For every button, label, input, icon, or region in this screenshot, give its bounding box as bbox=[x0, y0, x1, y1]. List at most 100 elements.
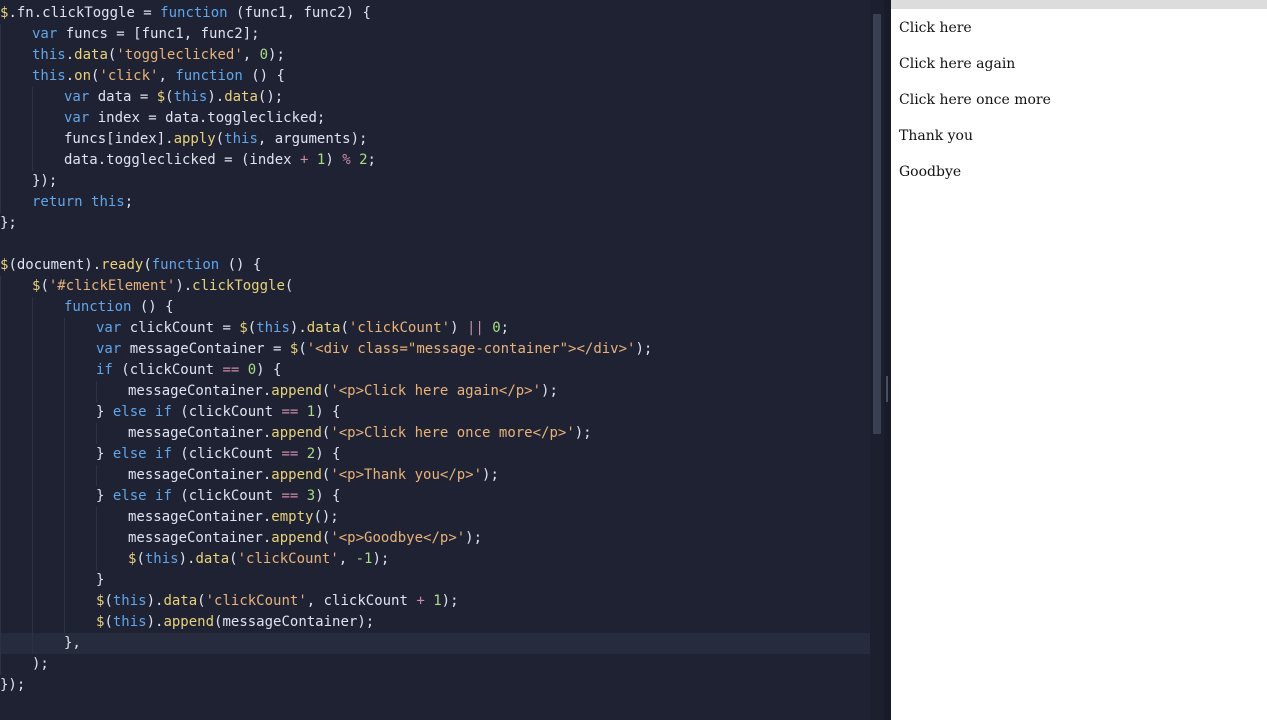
code-token: if bbox=[155, 446, 172, 462]
code-token: var bbox=[96, 341, 122, 357]
code-token: ). bbox=[146, 593, 164, 609]
code-line-text: $(document).ready(function () { bbox=[0, 257, 261, 273]
code-line[interactable]: } else if (clickCount == 3) { bbox=[0, 486, 870, 507]
code-line[interactable]: messageContainer.append('<p>Goodbye</p>'… bbox=[0, 528, 870, 549]
indent-guide bbox=[0, 612, 1, 633]
indent-guide bbox=[96, 507, 97, 528]
indent-guide bbox=[0, 150, 1, 171]
code-line[interactable]: var data = $(this).data(); bbox=[0, 87, 870, 108]
indent-guide bbox=[64, 570, 65, 591]
code-line[interactable]: data.toggleclicked = (index + 1) % 2; bbox=[0, 150, 870, 171]
indent-guide bbox=[0, 507, 1, 528]
code-token: this bbox=[224, 131, 258, 147]
code-token: == bbox=[222, 362, 240, 378]
code-line[interactable]: var clickCount = $(this).data('clickCoun… bbox=[0, 318, 870, 339]
code-line[interactable]: return this; bbox=[0, 192, 870, 213]
code-line[interactable]: $.fn.clickToggle = function (func1, func… bbox=[0, 3, 870, 24]
code-line[interactable]: $('#clickElement').clickToggle( bbox=[0, 276, 870, 297]
code-token: var bbox=[64, 110, 90, 126]
code-token: '<p>Click here again</p>' bbox=[330, 383, 542, 399]
indent-guide bbox=[32, 150, 33, 171]
code-line[interactable]: messageContainer.append('<p>Thank you</p… bbox=[0, 465, 870, 486]
code-token: (clickCount bbox=[171, 404, 282, 420]
code-line[interactable]: } else if (clickCount == 2) { bbox=[0, 444, 870, 465]
scrollbar-thumb[interactable] bbox=[873, 14, 881, 434]
code-line-text: }; bbox=[0, 215, 17, 231]
indent-guide bbox=[0, 276, 1, 297]
editor-scrollbar[interactable] bbox=[870, 0, 884, 720]
code-token: ) { bbox=[315, 446, 341, 462]
preview-line-click-here[interactable]: Click here bbox=[899, 19, 972, 37]
code-token: append bbox=[271, 425, 322, 441]
code-line[interactable]: $(this).data('clickCount', -1); bbox=[0, 549, 870, 570]
indent-guide bbox=[32, 507, 33, 528]
code-line[interactable]: }, bbox=[0, 633, 870, 654]
code-token: append bbox=[271, 383, 322, 399]
indent-guide bbox=[0, 297, 1, 318]
code-token: () { bbox=[242, 68, 285, 84]
pane-splitter[interactable] bbox=[884, 0, 891, 720]
code-token: messageContainer. bbox=[128, 530, 272, 546]
code-token: ready bbox=[101, 257, 144, 273]
code-token: ( bbox=[143, 257, 152, 273]
code-token: ( bbox=[104, 614, 113, 630]
code-token: . bbox=[65, 47, 75, 63]
code-lines[interactable]: $ .fn.clickToggle = function (func1, func… bbox=[0, 3, 870, 696]
indent-guide bbox=[96, 549, 97, 570]
indent-guide bbox=[0, 444, 1, 465]
code-token: ( bbox=[340, 320, 349, 336]
code-line[interactable] bbox=[0, 234, 870, 255]
code-line[interactable]: if (clickCount == 0) { bbox=[0, 360, 870, 381]
code-editor[interactable]: $ .fn.clickToggle = function (func1, func… bbox=[0, 0, 870, 720]
code-line[interactable]: messageContainer.append('<p>Click here o… bbox=[0, 423, 870, 444]
code-token: messageContainer. bbox=[128, 509, 272, 525]
code-line[interactable]: var index = data.toggleclicked; bbox=[0, 108, 870, 129]
code-token: this bbox=[32, 47, 66, 63]
code-line-text: messageContainer.append('<p>Goodbye</p>'… bbox=[0, 530, 482, 546]
code-line-text: ); bbox=[0, 656, 49, 672]
code-line-text: return this; bbox=[0, 194, 133, 210]
code-line[interactable]: messageContainer.append('<p>Click here a… bbox=[0, 381, 870, 402]
code-line-text: messageContainer.append('<p>Click here o… bbox=[0, 425, 592, 441]
code-line[interactable]: this.data('toggleclicked', 0); bbox=[0, 45, 870, 66]
code-token: 'toggleclicked' bbox=[116, 47, 243, 63]
code-token: ( bbox=[284, 278, 294, 294]
code-line[interactable]: this.on('click', function () { bbox=[0, 66, 870, 87]
code-line[interactable]: funcs[index].apply(this, arguments); bbox=[0, 129, 870, 150]
code-line[interactable]: }); bbox=[0, 171, 870, 192]
code-token: this bbox=[173, 89, 208, 105]
indent-guide bbox=[0, 24, 1, 45]
code-line[interactable]: $(this).append(messageContainer); bbox=[0, 612, 870, 633]
code-token: 'click' bbox=[99, 68, 159, 84]
indent-guide bbox=[64, 360, 65, 381]
indent-guide bbox=[64, 612, 65, 633]
code-token: else bbox=[112, 446, 147, 462]
code-line[interactable]: }); bbox=[0, 675, 870, 696]
code-line[interactable]: }; bbox=[0, 213, 870, 234]
code-line[interactable]: $(this).data('clickCount', clickCount + … bbox=[0, 591, 870, 612]
code-token: } bbox=[96, 572, 105, 588]
code-token: ); bbox=[441, 593, 459, 609]
code-line[interactable]: } bbox=[0, 570, 870, 591]
code-token: , bbox=[338, 551, 356, 567]
code-line[interactable]: var messageContainer = $('<div class="me… bbox=[0, 339, 870, 360]
splitter-grip-icon[interactable] bbox=[886, 376, 888, 402]
indent-guide bbox=[64, 591, 65, 612]
code-line[interactable]: ); bbox=[0, 654, 870, 675]
indent-guide bbox=[64, 318, 65, 339]
indent-guide bbox=[64, 339, 65, 360]
code-line[interactable]: function () { bbox=[0, 297, 870, 318]
code-line[interactable]: messageContainer.empty(); bbox=[0, 507, 870, 528]
preview-top-bar bbox=[891, 0, 1267, 9]
indent-guide bbox=[32, 402, 33, 423]
code-line[interactable]: var funcs = [func1, func2]; bbox=[0, 24, 870, 45]
code-token: ). bbox=[289, 320, 307, 336]
code-line[interactable]: $(document).ready(function () { bbox=[0, 255, 870, 276]
code-token: ( bbox=[229, 551, 238, 567]
code-line[interactable]: } else if (clickCount == 1) { bbox=[0, 402, 870, 423]
indent-guide bbox=[0, 129, 1, 150]
